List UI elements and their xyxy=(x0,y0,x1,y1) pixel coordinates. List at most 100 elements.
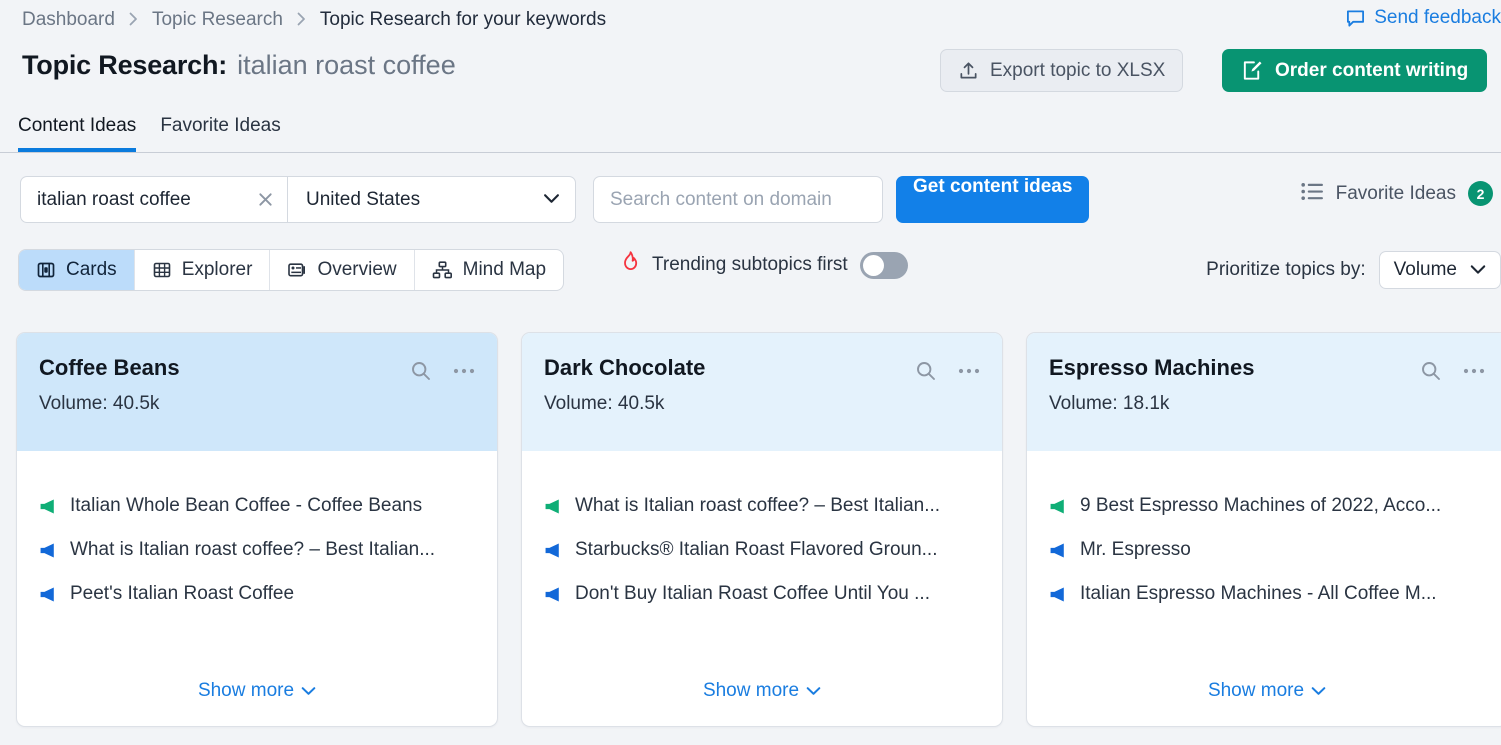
tab-favorite-ideas-label: Favorite Ideas xyxy=(160,115,281,136)
mindmap-icon xyxy=(432,260,453,280)
content-idea-card[interactable]: Coffee Beans Volume: 40.5k Italian Whole… xyxy=(16,332,498,727)
favorite-ideas-label: Favorite Ideas xyxy=(1335,182,1456,204)
list-item-label: Mr. Espresso xyxy=(1080,539,1191,560)
list-item[interactable]: What is Italian roast coffee? – Best Ita… xyxy=(544,495,980,517)
prioritize-label: Prioritize topics by: xyxy=(1206,259,1366,280)
tab-content-ideas-label: Content Ideas xyxy=(18,115,137,136)
tab-bar: Content Ideas Favorite Ideas xyxy=(18,115,281,152)
chevron-down-icon xyxy=(301,680,316,702)
get-content-ideas-button[interactable]: Get content ideas xyxy=(896,176,1090,223)
chevron-down-icon xyxy=(543,191,560,209)
search-icon[interactable] xyxy=(1420,360,1442,382)
keyword-input-value: italian roast coffee xyxy=(37,188,191,210)
megaphone-icon xyxy=(1049,495,1068,515)
trending-subtopics-label: Trending subtopics first xyxy=(652,254,848,275)
content-idea-card[interactable]: Espresso Machines Volume: 18.1k 9 Best E… xyxy=(1026,332,1501,727)
chevron-right-icon xyxy=(297,12,306,26)
megaphone-icon xyxy=(39,495,58,515)
chevron-down-icon xyxy=(1470,259,1486,281)
content-idea-cards: Coffee Beans Volume: 40.5k Italian Whole… xyxy=(16,332,1501,727)
list-item[interactable]: Italian Whole Bean Coffee - Coffee Beans xyxy=(39,495,475,517)
search-icon[interactable] xyxy=(410,360,432,382)
megaphone-icon xyxy=(1049,539,1068,559)
megaphone-icon xyxy=(39,583,58,603)
list-item[interactable]: Italian Espresso Machines - All Coffee M… xyxy=(1049,583,1485,605)
list-item[interactable]: Peet's Italian Roast Coffee xyxy=(39,583,475,605)
card-volume: Volume: 40.5k xyxy=(39,393,160,414)
favorite-ideas-button[interactable]: Favorite Ideas 2 xyxy=(1300,181,1493,206)
view-mode-overview-label: Overview xyxy=(317,259,397,280)
more-options-icon[interactable] xyxy=(453,367,475,375)
table-icon xyxy=(152,260,172,280)
breadcrumb-item-topic-research[interactable]: Topic Research xyxy=(152,9,283,31)
order-content-writing-label: Order content writing xyxy=(1275,59,1469,81)
tab-content-ideas[interactable]: Content Ideas xyxy=(18,115,137,152)
list-item-label: Italian Espresso Machines - All Coffee M… xyxy=(1080,583,1437,604)
search-domain-input[interactable] xyxy=(593,176,883,223)
get-content-ideas-label: Get content ideas xyxy=(913,176,1073,197)
chevron-right-icon xyxy=(129,12,138,26)
send-feedback-label: Send feedback xyxy=(1374,7,1501,28)
toggle-knob xyxy=(862,254,884,276)
list-item[interactable]: Don't Buy Italian Roast Coffee Until You… xyxy=(544,583,980,605)
card-actions xyxy=(1420,355,1485,382)
prioritize-control: Prioritize topics by: Volume xyxy=(1206,251,1501,289)
show-more-label: Show more xyxy=(702,680,800,701)
more-options-icon[interactable] xyxy=(1463,367,1485,375)
show-more-label: Show more xyxy=(1207,680,1305,701)
list-item-label: Italian Whole Bean Coffee - Coffee Beans xyxy=(70,495,423,516)
card-header: Coffee Beans Volume: 40.5k xyxy=(17,333,497,451)
view-mode-switcher: Cards Explorer Overview Mind Map xyxy=(18,249,565,291)
card-actions xyxy=(915,355,980,382)
card-title: Coffee Beans xyxy=(39,355,180,380)
edit-document-icon xyxy=(1241,59,1264,82)
flame-icon xyxy=(620,251,640,279)
view-options-row: Cards Explorer Overview Mind Map Trendin… xyxy=(0,249,1501,291)
export-topic-button[interactable]: Export topic to XLSX xyxy=(940,49,1184,92)
card-volume: Volume: 40.5k xyxy=(544,393,665,414)
trending-subtopics-control: Trending subtopics first xyxy=(620,251,908,279)
view-mode-explorer[interactable]: Explorer xyxy=(135,250,271,290)
more-options-icon[interactable] xyxy=(958,367,980,375)
list-item-label: Peet's Italian Roast Coffee xyxy=(70,583,295,604)
content-idea-card[interactable]: Dark Chocolate Volume: 40.5k What is Ita… xyxy=(521,332,1003,727)
list-item[interactable]: What is Italian roast coffee? – Best Ita… xyxy=(39,539,475,561)
card-volume: Volume: 18.1k xyxy=(1049,393,1170,414)
breadcrumb-item-dashboard[interactable]: Dashboard xyxy=(22,9,115,31)
show-more-button[interactable]: Show more xyxy=(1027,670,1501,726)
prioritize-select[interactable]: Volume xyxy=(1378,251,1501,289)
keyword-country-group: italian roast coffee United States xyxy=(20,176,576,223)
export-topic-label: Export topic to XLSX xyxy=(990,59,1166,81)
view-mode-cards[interactable]: Cards xyxy=(19,250,135,290)
megaphone-icon xyxy=(544,495,563,515)
tab-divider xyxy=(0,152,1501,153)
megaphone-icon xyxy=(544,583,563,603)
card-idea-list: What is Italian roast coffee? – Best Ita… xyxy=(522,451,1002,670)
view-mode-cards-label: Cards xyxy=(66,259,117,280)
search-icon[interactable] xyxy=(915,360,937,382)
page-title-keyword: italian roast coffee xyxy=(237,50,456,80)
list-item-label: Starbucks® Italian Roast Flavored Groun.… xyxy=(575,539,938,560)
card-idea-list: 9 Best Espresso Machines of 2022, Acco..… xyxy=(1027,451,1501,670)
view-mode-overview[interactable]: Overview xyxy=(270,250,415,290)
list-item-label: What is Italian roast coffee? – Best Ita… xyxy=(70,539,436,560)
list-item[interactable]: Mr. Espresso xyxy=(1049,539,1485,561)
card-title: Dark Chocolate xyxy=(544,355,706,380)
keyword-input[interactable]: italian roast coffee xyxy=(21,177,287,222)
list-item[interactable]: 9 Best Espresso Machines of 2022, Acco..… xyxy=(1049,495,1485,517)
show-more-button[interactable]: Show more xyxy=(522,670,1002,726)
show-more-button[interactable]: Show more xyxy=(17,670,497,726)
card-actions xyxy=(410,355,475,382)
overview-icon xyxy=(287,260,307,280)
list-item[interactable]: Starbucks® Italian Roast Flavored Groun.… xyxy=(544,539,980,561)
favorite-ideas-count-badge: 2 xyxy=(1468,181,1493,206)
country-select[interactable]: United States xyxy=(287,177,575,222)
order-content-writing-button[interactable]: Order content writing xyxy=(1222,49,1488,92)
trending-subtopics-toggle[interactable] xyxy=(859,251,908,279)
clear-keyword-icon[interactable] xyxy=(257,191,274,208)
view-mode-explorer-label: Explorer xyxy=(181,259,253,280)
breadcrumb-item-current: Topic Research for your keywords xyxy=(319,9,607,30)
view-mode-mind-map[interactable]: Mind Map xyxy=(415,250,563,290)
send-feedback-button[interactable]: Send feedback xyxy=(1346,7,1501,29)
tab-favorite-ideas[interactable]: Favorite Ideas xyxy=(160,115,280,152)
